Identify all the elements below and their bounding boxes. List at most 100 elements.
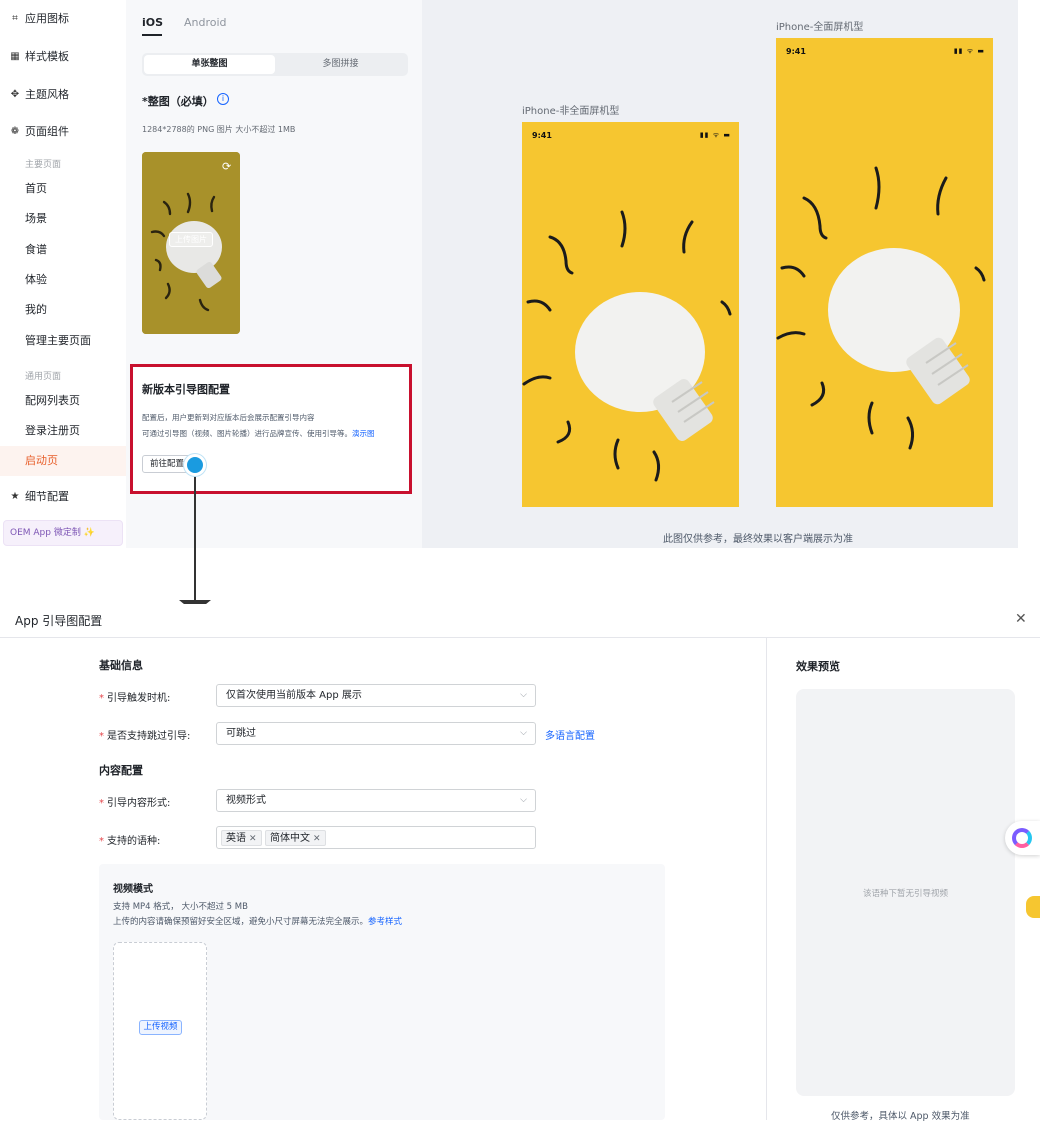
sidebar-item-recipe[interactable]: 食谱 xyxy=(0,235,126,265)
dialog-title: App 引导图配置 xyxy=(15,614,103,628)
tab-underline xyxy=(142,34,162,36)
remove-tag-icon[interactable]: ✕ xyxy=(313,834,321,844)
trigger-select-value: 仅首次使用当前版本 App 展示 xyxy=(226,690,362,701)
language-tag: 英语 ✕ xyxy=(221,830,262,846)
sidebar-item-theme[interactable]: ✥ 主题风格 xyxy=(10,84,69,104)
sidebar-item-mine[interactable]: 我的 xyxy=(0,295,126,325)
preview-placeholder: 该语种下暂无引导视频 xyxy=(796,689,1015,1096)
language-multiselect[interactable]: 英语 ✕ 简体中文 ✕ xyxy=(216,826,536,849)
click-indicator-dot xyxy=(184,454,206,476)
sidebar-item-page-components[interactable]: ❁ 页面组件 xyxy=(10,121,69,141)
video-mode-title: 视频模式 xyxy=(113,884,153,895)
settings-screenshot: ⌗ 应用图标 ▦ 样式模板 ✥ 主题风格 ❁ 页面组件 主要页面 首页 场景 食… xyxy=(0,0,1040,548)
palette-icon: ✥ xyxy=(10,88,20,100)
skip-label: * 是否支持跳过引导: xyxy=(99,731,191,742)
language-label-text: 支持的语种: xyxy=(107,836,161,847)
preview-title: 效果预览 xyxy=(796,660,840,673)
assistant-icon xyxy=(1012,828,1032,848)
chevron-down-icon: ⌵ xyxy=(520,728,527,738)
sidebar-item-app-icon[interactable]: ⌗ 应用图标 xyxy=(10,8,69,28)
upload-video-button[interactable]: 上传视频 xyxy=(139,1020,182,1035)
video-mode-panel: 视频模式 支持 MP4 格式， 大小不超过 5 MB 上传的内容请确保预留好安全… xyxy=(99,864,665,1120)
video-spec: 支持 MP4 格式， 大小不超过 5 MB xyxy=(113,902,248,912)
label-nonfull-screen: iPhone-非全面屏机型 xyxy=(522,106,620,117)
uploaded-image-thumbnail[interactable]: ⟳ 上传图片 xyxy=(142,152,240,334)
highlight-box: 新版本引导图配置 配置后，用户更新到对应版本后会展示配置引导内容 可通过引导图（… xyxy=(130,364,412,494)
sidebar-item-experience[interactable]: 体验 xyxy=(0,265,126,295)
sidebar-item-label: 样式模板 xyxy=(25,50,69,63)
group-label-common-pages: 通用页面 xyxy=(25,372,62,382)
mascot-icon[interactable] xyxy=(1026,896,1040,918)
guide-desc-text: 可通过引导图（视频、图片轮播）进行品牌宣传、使用引导等。 xyxy=(142,429,352,438)
image-spec: 1284*2788的 PNG 图片 大小不超过 1MB xyxy=(142,125,296,134)
oem-customize-button[interactable]: OEM App 微定制 ✨ xyxy=(3,520,123,546)
field-title: *整图（必填） xyxy=(142,95,214,108)
remove-tag-icon[interactable]: ✕ xyxy=(249,834,257,844)
section-content-config: 内容配置 xyxy=(99,764,143,777)
close-icon[interactable]: ✕ xyxy=(1015,611,1027,627)
sidebar-item-style-template[interactable]: ▦ 样式模板 xyxy=(10,46,69,66)
sidebar-item-scene[interactable]: 场景 xyxy=(0,204,126,234)
guide-desc-2: 可通过引导图（视频、图片轮播）进行品牌宣传、使用引导等。演示图 xyxy=(142,428,375,439)
chevron-down-icon: ⌵ xyxy=(520,795,527,805)
sidebar-item-launch-page[interactable]: 启动页 xyxy=(0,446,126,476)
trigger-select[interactable]: 仅首次使用当前版本 App 展示 ⌵ xyxy=(216,684,536,707)
sidebar-item-home[interactable]: 首页 xyxy=(0,174,126,204)
content-form-value: 视频形式 xyxy=(226,795,266,806)
video-upload-area[interactable]: 上传视频 xyxy=(113,942,207,1120)
label-full-screen: iPhone-全面屏机型 xyxy=(776,22,864,33)
preview-pane: 效果预览 该语种下暂无引导视频 仅供参考，具体以 App 效果为准 xyxy=(766,638,1040,1122)
demo-link[interactable]: 演示图 xyxy=(352,429,375,438)
phone-preview-full: 9:41 ▮▮ ᯤ ▬ xyxy=(776,38,993,507)
sidebar-item-detail-config[interactable]: ★ 细节配置 xyxy=(10,486,69,506)
language-tag-label: 简体中文 xyxy=(270,833,310,844)
sidebar-item-network-list[interactable]: 配网列表页 xyxy=(0,386,126,416)
reference-style-link[interactable]: 参考样式 xyxy=(368,917,402,927)
guide-title: 新版本引导图配置 xyxy=(142,383,230,396)
content-form-label: * 引导内容形式: xyxy=(99,798,171,809)
assistant-float-button[interactable] xyxy=(1005,821,1040,855)
status-icons: ▮▮ ᯤ ▬ xyxy=(699,131,731,139)
segment-single-image[interactable]: 单张整图 xyxy=(144,55,275,74)
trigger-label: * 引导触发时机: xyxy=(99,693,171,704)
section-basic-info: 基础信息 xyxy=(99,659,143,672)
skip-label-text: 是否支持跳过引导: xyxy=(107,731,191,742)
sidebar-item-label: 主题风格 xyxy=(25,88,69,101)
sidebar-item-login[interactable]: 登录注册页 xyxy=(0,416,126,446)
sidebar-item-label: 应用图标 xyxy=(25,12,69,25)
group-label-main-pages: 主要页面 xyxy=(25,160,62,170)
language-tag: 简体中文 ✕ xyxy=(265,830,326,846)
content-form-select[interactable]: 视频形式 ⌵ xyxy=(216,789,536,812)
skip-select-value: 可跳过 xyxy=(226,728,256,739)
chevron-down-icon: ⌵ xyxy=(520,690,527,700)
guide-desc-1: 配置后，用户更新到对应版本后会展示配置引导内容 xyxy=(142,413,315,422)
video-note: 上传的内容请确保预留好安全区域，避免小尺寸屏幕无法完全展示。参考样式 xyxy=(113,915,402,927)
tab-ios[interactable]: iOS xyxy=(142,16,163,29)
segmented-control: 单张整图 多图拼接 xyxy=(142,53,408,76)
sidebar-item-manage-pages[interactable]: 管理主要页面 xyxy=(0,326,126,356)
tab-android[interactable]: Android xyxy=(184,16,227,29)
language-label: * 支持的语种: xyxy=(99,836,161,847)
phone-preview-nonfull: 9:41 ▮▮ ᯤ ▬ xyxy=(522,122,739,507)
upload-image-button[interactable]: 上传图片 xyxy=(169,232,213,247)
preview-empty-text: 该语种下暂无引导视频 xyxy=(862,889,948,899)
trigger-label-text: 引导触发时机: xyxy=(107,693,171,704)
content-form-label-text: 引导内容形式: xyxy=(107,798,171,809)
dialog-header: App 引导图配置 ✕ xyxy=(0,604,1040,638)
language-tag-label: 英语 xyxy=(226,833,246,844)
grid-icon: ▦ xyxy=(10,50,20,62)
lightbulb-image xyxy=(776,38,993,507)
status-time: 9:41 xyxy=(786,47,806,56)
lightbulb-image xyxy=(522,122,739,507)
multilang-config-link[interactable]: 多语言配置 xyxy=(545,727,595,742)
connector-line xyxy=(194,470,196,600)
component-icon: ❁ xyxy=(10,125,20,137)
replace-icon[interactable]: ⟳ xyxy=(222,160,231,173)
star-icon: ★ xyxy=(10,490,20,502)
sidebar-item-label: 细节配置 xyxy=(25,490,69,503)
skip-select[interactable]: 可跳过 ⌵ xyxy=(216,722,536,745)
segment-multi-image[interactable]: 多图拼接 xyxy=(275,55,406,74)
video-note-text: 上传的内容请确保预留好安全区域，避免小尺寸屏幕无法完全展示。 xyxy=(113,917,369,927)
status-icons: ▮▮ ᯤ ▬ xyxy=(953,47,985,55)
info-icon[interactable]: i xyxy=(217,93,229,105)
